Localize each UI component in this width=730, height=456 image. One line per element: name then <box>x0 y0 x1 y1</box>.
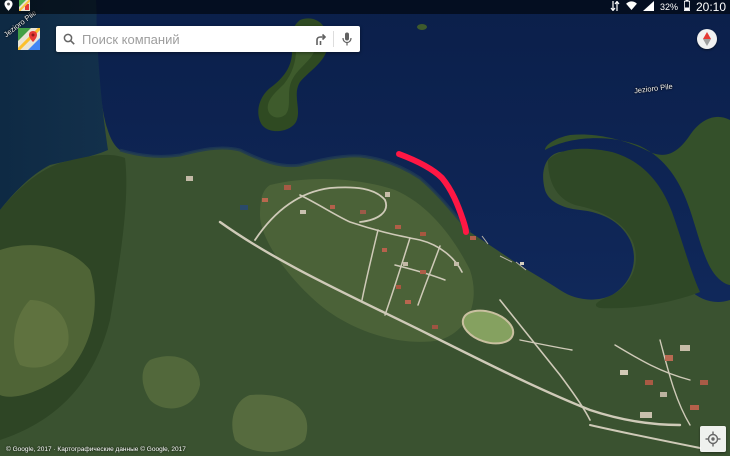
search-input[interactable] <box>82 28 307 50</box>
battery-icon <box>683 0 690 14</box>
clock: 20:10 <box>695 0 726 14</box>
my-location-icon[interactable] <box>700 426 726 452</box>
maps-notification-icon <box>18 0 31 14</box>
map-attribution: © Google, 2017 · Картографические данные… <box>6 446 186 453</box>
battery-percent: 32% <box>659 2 678 12</box>
data-transfer-icon <box>610 0 620 14</box>
status-bar: 32% 20:10 <box>0 0 730 14</box>
directions-icon[interactable] <box>307 26 333 52</box>
search-box[interactable] <box>56 26 360 52</box>
signal-icon <box>642 0 654 14</box>
google-maps-icon[interactable] <box>16 26 42 52</box>
satellite-map[interactable] <box>0 0 730 456</box>
compass-icon[interactable] <box>697 29 717 49</box>
mic-icon[interactable] <box>334 26 360 52</box>
wifi-icon <box>626 1 637 13</box>
small-islet <box>417 24 427 30</box>
search-icon[interactable] <box>56 26 82 52</box>
location-icon <box>4 0 13 14</box>
